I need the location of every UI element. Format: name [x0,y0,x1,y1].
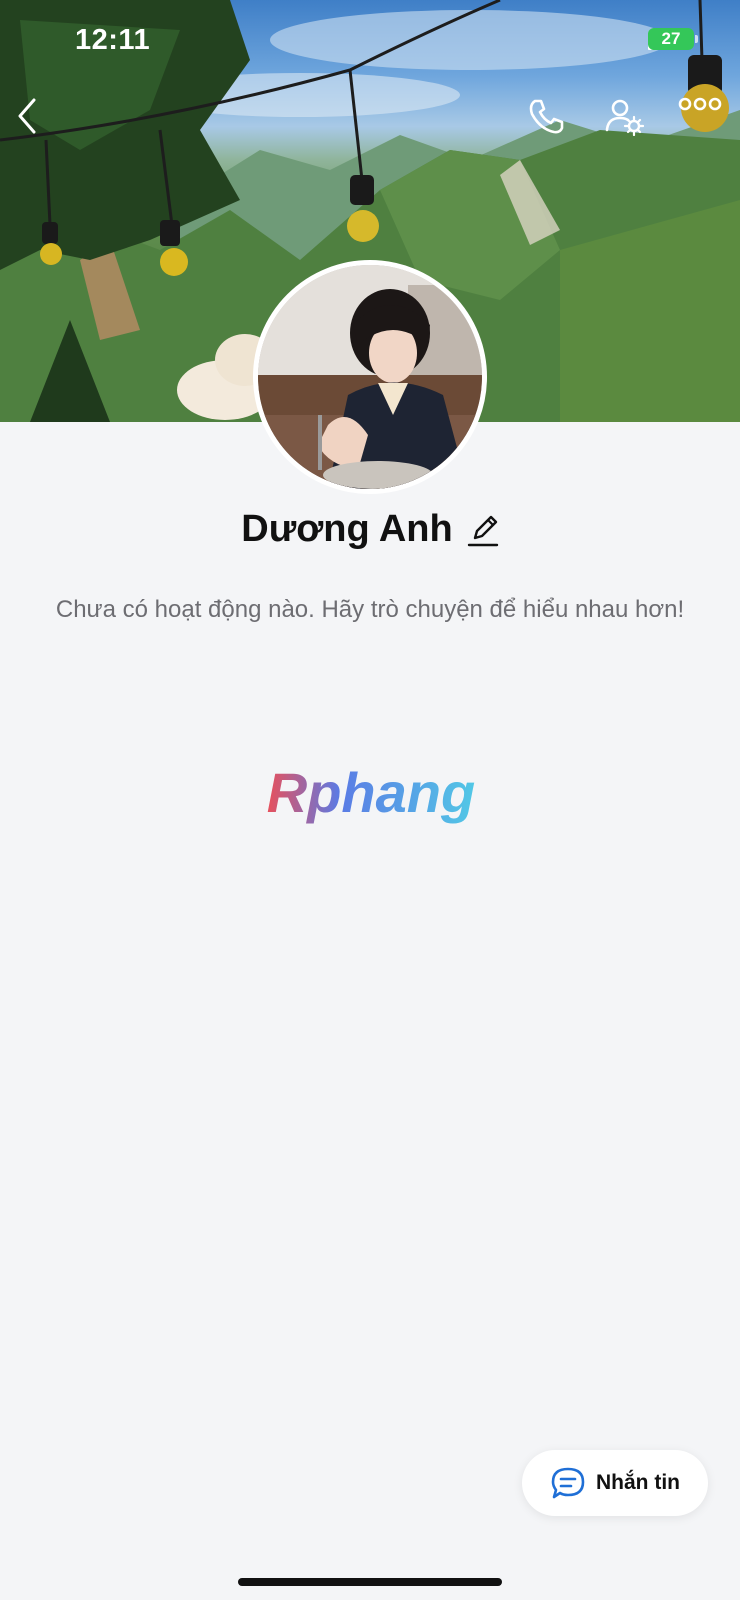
home-indicator[interactable] [238,1578,502,1586]
pencil-icon[interactable] [467,512,499,548]
more-dots-icon [678,97,722,111]
battery-indicator: 27 [648,28,698,50]
status-time: 12:11 [75,24,151,56]
phone-icon [529,99,564,134]
profile-name: Dương Anh [241,508,453,550]
back-button[interactable] [14,96,62,144]
battery-level: 27 [661,29,681,48]
avatar-photo [258,265,482,489]
call-button[interactable] [526,96,574,144]
profile-settings-button[interactable] [604,96,652,144]
watermark-logo: Rphang [267,764,475,824]
user-gear-icon [605,99,644,136]
profile-screen: 12:11 27 Dương Anh Chưa có hoạt động nào… [0,0,740,1600]
status-icons: 27 [648,28,698,50]
avatar[interactable] [253,260,487,494]
chat-bubble-icon [551,1467,585,1499]
empty-activity-message: Chưa có hoạt động nào. Hãy trò chuyện để… [55,596,685,623]
send-message-label: Nhắn tin [596,1471,680,1494]
chevron-left-icon [18,98,36,134]
more-button[interactable] [678,96,728,144]
send-message-button[interactable]: Nhắn tin [522,1450,708,1516]
profile-name-row: Dương Anh [0,508,740,551]
watermark-text: Rphang [267,764,475,824]
